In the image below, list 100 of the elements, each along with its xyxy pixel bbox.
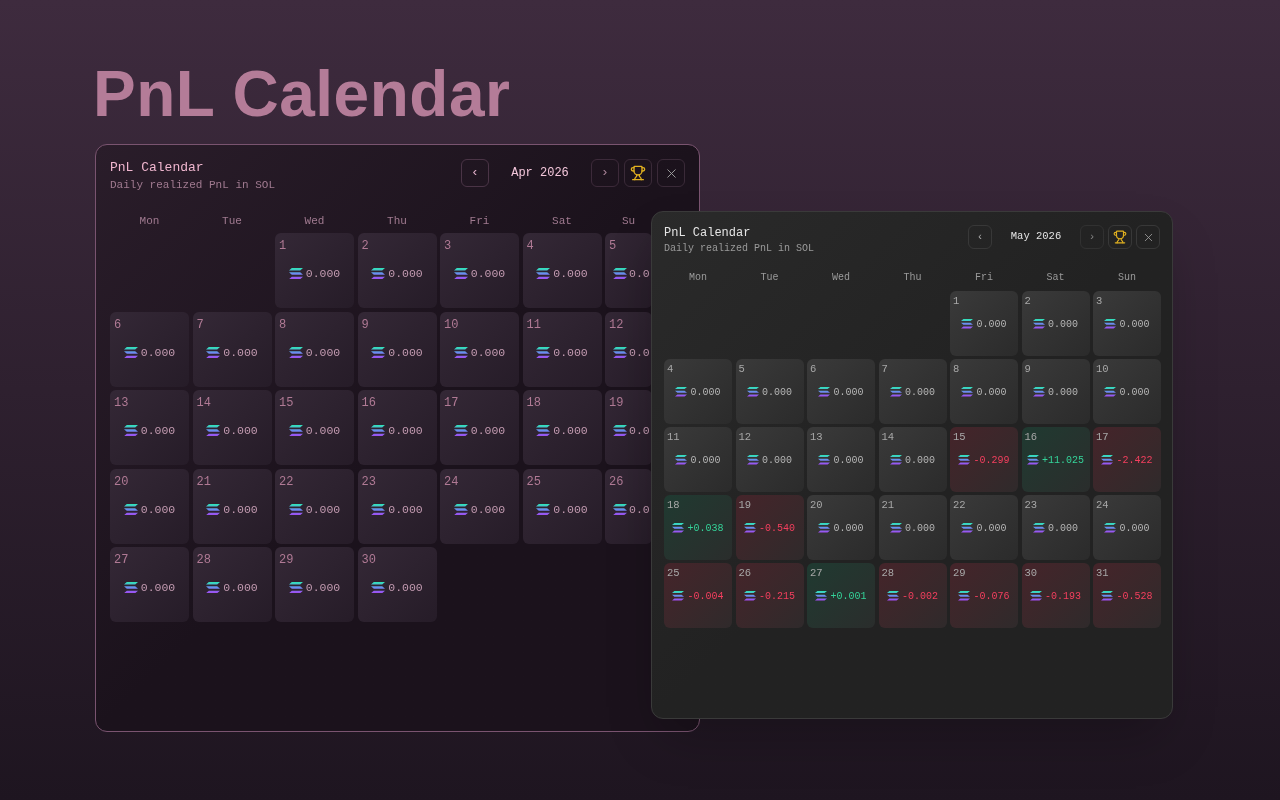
- previous-month-button[interactable]: ‹: [968, 225, 992, 249]
- day-cell[interactable]: 7 0.000: [878, 359, 947, 424]
- day-cell[interactable]: 8 0.000: [275, 311, 354, 387]
- day-cell[interactable]: 15 -0.299: [950, 427, 1018, 492]
- day-cell[interactable]: 16 0.000: [357, 390, 437, 465]
- day-cell[interactable]: 16 +11.025: [1021, 427, 1090, 492]
- day-cell[interactable]: 25 -0.004: [664, 563, 732, 628]
- trophy-button[interactable]: [1108, 225, 1132, 249]
- solana-icon: [747, 387, 759, 398]
- pnl-value: 0.000: [470, 266, 506, 282]
- pnl-value: 0.000: [223, 344, 258, 361]
- pnl-value: 0.000: [305, 501, 341, 518]
- day-cell[interactable]: 11 0.000: [522, 311, 602, 387]
- weekday-label: Su: [620, 214, 637, 229]
- day-cell[interactable]: 21 0.000: [878, 495, 947, 560]
- day-cell[interactable]: 22 0.000: [950, 495, 1018, 560]
- day-cell[interactable]: 29 -0.076: [950, 563, 1018, 628]
- day-number: 6: [113, 316, 122, 334]
- day-cell[interactable]: 6 0.000: [110, 311, 189, 387]
- day-cell[interactable]: 9 0.000: [1021, 359, 1090, 424]
- day-number: 1: [952, 294, 960, 309]
- pnl-value: 0.000: [905, 453, 935, 468]
- day-cell[interactable]: 4 0.000: [522, 233, 602, 308]
- day-cell[interactable]: 13 0.000: [110, 390, 189, 465]
- weekday-label: Wed: [831, 271, 851, 285]
- pnl-value: 0.000: [553, 423, 588, 439]
- day-cell[interactable]: 14 0.000: [192, 390, 272, 465]
- day-cell[interactable]: 8 0.000: [950, 359, 1018, 424]
- day-number: 30: [360, 552, 376, 569]
- day-cell[interactable]: 20 0.000: [110, 468, 189, 544]
- day-cell[interactable]: 21 0.000: [192, 468, 272, 544]
- day-cell[interactable]: 26 -0.215: [735, 563, 804, 628]
- day-cell[interactable]: 28 -0.002: [878, 563, 947, 628]
- pnl-value: 0.000: [690, 385, 721, 400]
- next-month-button[interactable]: ›: [591, 159, 619, 187]
- day-cell[interactable]: 18 0.000: [522, 390, 602, 465]
- solana-icon: [371, 582, 386, 594]
- day-number: 27: [809, 566, 823, 581]
- solana-icon: [675, 455, 688, 466]
- day-cell[interactable]: 26 0.0: [605, 468, 652, 544]
- day-cell[interactable]: 2 0.000: [1021, 291, 1090, 356]
- day-cell[interactable]: 19 -0.540: [735, 495, 804, 560]
- day-cell[interactable]: 14 0.000: [878, 427, 947, 492]
- day-cell[interactable]: 12 0.0: [605, 311, 652, 387]
- pnl-value: 0.000: [305, 423, 341, 439]
- pnl-value: 0.000: [305, 266, 341, 282]
- day-cell[interactable]: 19 0.0: [605, 390, 652, 465]
- window-subtitle: Daily realized PnL in SOL: [110, 178, 276, 193]
- day-cell[interactable]: 17 0.000: [440, 390, 519, 465]
- day-cell[interactable]: 4 0.000: [664, 359, 732, 424]
- pnl-value: 0.000: [1048, 521, 1078, 536]
- day-cell[interactable]: 15 0.000: [275, 390, 354, 465]
- weekday-label: Tue: [759, 271, 780, 285]
- day-cell[interactable]: 10 0.000: [440, 311, 519, 387]
- day-cell[interactable]: 23 0.000: [357, 468, 437, 544]
- day-cell[interactable]: 10 0.000: [1093, 359, 1161, 424]
- day-cell[interactable]: 27 0.000: [110, 547, 189, 622]
- day-cell[interactable]: 2 0.000: [357, 233, 437, 308]
- day-cell[interactable]: 13 0.000: [807, 427, 875, 492]
- solana-icon: [1033, 387, 1045, 398]
- day-cell[interactable]: 23 0.000: [1021, 495, 1090, 560]
- day-cell[interactable]: 1 0.000: [950, 291, 1018, 356]
- day-cell[interactable]: 24 0.000: [1093, 495, 1161, 560]
- day-cell[interactable]: 20 0.000: [807, 495, 875, 560]
- day-cell[interactable]: 6 0.000: [807, 359, 875, 424]
- day-cell[interactable]: 24 0.000: [440, 468, 519, 544]
- day-cell[interactable]: 3 0.000: [440, 233, 519, 308]
- day-cell[interactable]: 31 -0.528: [1093, 563, 1161, 628]
- close-button[interactable]: [657, 159, 685, 187]
- day-cell[interactable]: 25 0.000: [522, 468, 602, 544]
- pnl-value: -0.193: [1045, 589, 1081, 604]
- day-cell[interactable]: 5 0.0: [605, 233, 652, 308]
- day-cell[interactable]: 7 0.000: [192, 311, 272, 387]
- day-number: 19: [608, 395, 624, 412]
- day-cell[interactable]: 28 0.000: [192, 547, 272, 622]
- day-cell[interactable]: 18 +0.038: [664, 495, 732, 560]
- day-number: 17: [1095, 430, 1109, 445]
- day-cell[interactable]: 17 -2.422: [1093, 427, 1161, 492]
- day-cell[interactable]: 11 0.000: [664, 427, 732, 492]
- day-cell[interactable]: 30 0.000: [357, 547, 437, 622]
- previous-month-button[interactable]: ‹: [461, 159, 489, 187]
- day-cell[interactable]: 27 +0.001: [807, 563, 875, 628]
- day-cell[interactable]: 12 0.000: [735, 427, 804, 492]
- solana-icon: [371, 503, 386, 515]
- day-cell[interactable]: 29 0.000: [275, 547, 354, 622]
- solana-icon: [1033, 319, 1045, 330]
- day-cell[interactable]: 3 0.000: [1093, 291, 1161, 356]
- next-month-button[interactable]: ›: [1080, 225, 1104, 249]
- day-number: 10: [443, 316, 459, 334]
- solana-icon: [206, 503, 221, 515]
- day-cell[interactable]: 5 0.000: [735, 359, 804, 424]
- solana-icon: [744, 523, 756, 534]
- day-cell[interactable]: 30 -0.193: [1021, 563, 1090, 628]
- day-cell[interactable]: 9 0.000: [357, 311, 437, 387]
- close-button[interactable]: [1136, 225, 1160, 249]
- day-cell[interactable]: 1 0.000: [275, 233, 354, 308]
- day-number: 29: [278, 552, 294, 569]
- day-cell[interactable]: 22 0.000: [275, 468, 354, 544]
- solana-icon: [613, 503, 627, 515]
- trophy-button[interactable]: [624, 159, 652, 187]
